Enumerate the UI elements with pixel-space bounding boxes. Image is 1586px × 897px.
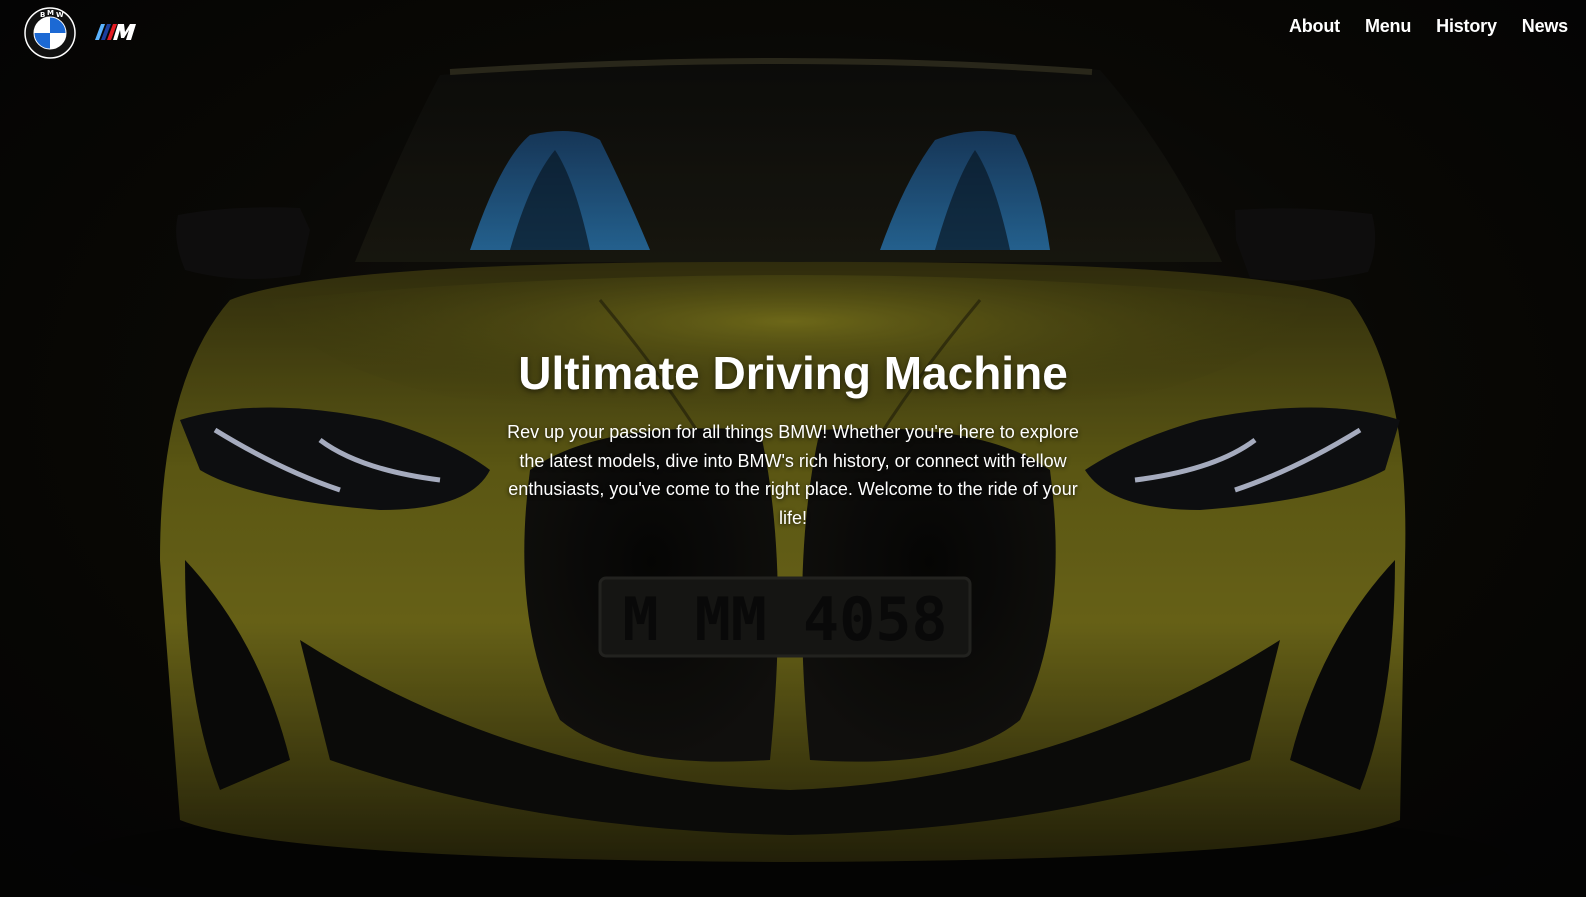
nav-about-link[interactable]: About (1289, 16, 1340, 37)
bmw-logo-icon[interactable]: B M W (24, 7, 76, 59)
main-nav: About Menu History News (1289, 16, 1568, 37)
nav-history-link[interactable]: History (1436, 16, 1497, 37)
top-navigation-bar: B M W About Menu History News (0, 0, 1586, 66)
bmw-m-logo-icon[interactable] (91, 22, 137, 42)
page: M MM 4058 B M W About Menu History News … (0, 0, 1586, 897)
svg-text:B: B (40, 11, 45, 19)
svg-text:M: M (47, 9, 54, 17)
nav-menu-link[interactable]: Menu (1365, 16, 1411, 37)
hero-section: Ultimate Driving Machine Rev up your pas… (0, 346, 1586, 532)
nav-news-link[interactable]: News (1522, 16, 1568, 37)
svg-text:W: W (56, 11, 64, 19)
hero-title: Ultimate Driving Machine (518, 347, 1068, 399)
hero-description: Rev up your passion for all things BMW! … (507, 422, 1079, 528)
